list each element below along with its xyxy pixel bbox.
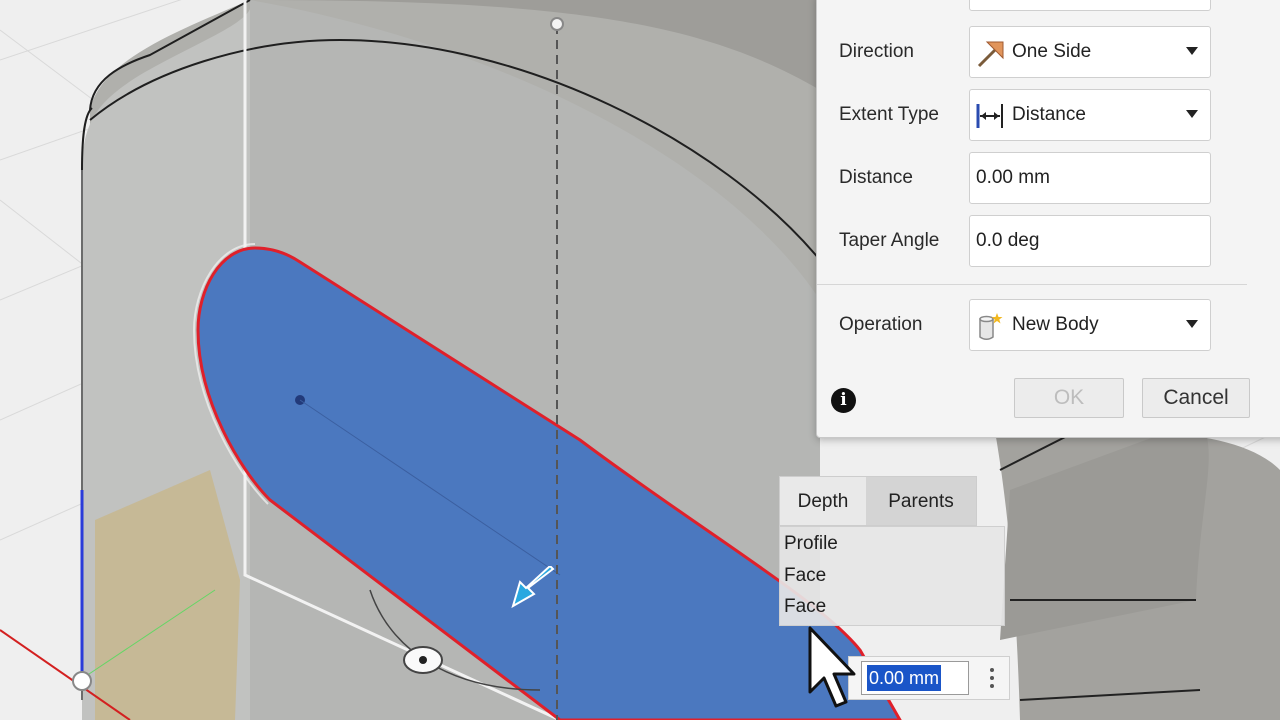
tab-parents[interactable]: Parents xyxy=(866,477,976,525)
cancel-button[interactable]: Cancel xyxy=(1142,378,1250,418)
chevron-down-icon xyxy=(1186,47,1198,55)
operation-label: Operation xyxy=(839,314,923,335)
operation-dropdown[interactable]: New Body xyxy=(969,299,1211,351)
divider xyxy=(817,284,1247,285)
direction-row: Direction One Side xyxy=(817,26,1280,80)
chevron-down-icon xyxy=(1186,110,1198,118)
more-options-icon[interactable] xyxy=(989,665,995,693)
inline-distance-value[interactable]: 0.00 mm xyxy=(867,665,942,691)
chevron-down-icon xyxy=(1186,320,1198,328)
direction-label: Direction xyxy=(839,41,914,62)
one-side-direction-icon xyxy=(977,41,1004,68)
selection-popup-list: Profile Face Face xyxy=(779,526,1005,626)
tab-depth[interactable]: Depth xyxy=(780,477,866,525)
operation-row: Operation New Body xyxy=(817,299,1280,353)
info-icon[interactable]: i xyxy=(831,388,856,413)
taper-angle-row: Taper Angle 0.0 deg xyxy=(817,215,1280,269)
mouse-cursor-icon xyxy=(808,626,856,708)
extent-type-dropdown[interactable]: Distance xyxy=(969,89,1211,141)
list-item-face[interactable]: Face xyxy=(784,596,826,618)
extrude-direction-arrow-icon[interactable] xyxy=(508,566,558,612)
extent-type-row: Extent Type Distance xyxy=(817,89,1280,143)
distance-input[interactable]: 0.00 mm xyxy=(969,152,1211,204)
distance-value: 0.00 mm xyxy=(976,167,1050,188)
operation-value: New Body xyxy=(1012,314,1099,335)
direction-dropdown[interactable]: One Side xyxy=(969,26,1211,78)
taper-angle-input[interactable]: 0.0 deg xyxy=(969,215,1211,267)
list-item-profile[interactable]: Profile xyxy=(784,533,838,555)
extrude-dialog: Direction One Side Extent Type Distance … xyxy=(816,0,1280,438)
taper-angle-label: Taper Angle xyxy=(839,230,940,251)
distance-extent-icon xyxy=(976,104,1003,128)
direction-value: One Side xyxy=(1012,41,1092,62)
new-body-icon xyxy=(979,313,1003,340)
extent-type-value: Distance xyxy=(1012,104,1086,125)
distance-label: Distance xyxy=(839,167,913,188)
selection-popup-tabs: Depth Parents xyxy=(779,476,977,526)
profiles-selection-field[interactable] xyxy=(969,0,1211,11)
extent-type-label: Extent Type xyxy=(839,104,939,125)
inline-distance-input[interactable]: 0.00 mm xyxy=(848,656,1010,700)
distance-row: Distance 0.00 mm xyxy=(817,152,1280,206)
taper-angle-value: 0.0 deg xyxy=(976,230,1040,251)
ok-button[interactable]: OK xyxy=(1014,378,1124,418)
list-item-face[interactable]: Face xyxy=(784,565,826,587)
